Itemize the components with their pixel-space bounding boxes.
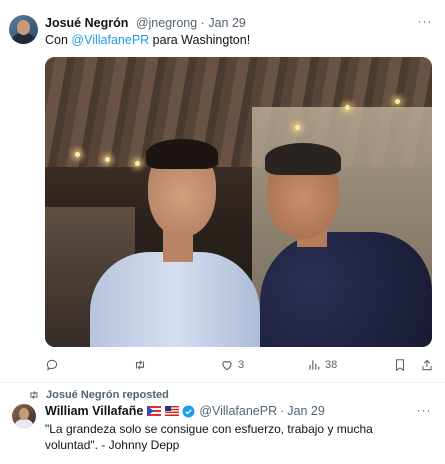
- separator: ·: [200, 16, 205, 30]
- avatar-body: [14, 418, 34, 428]
- retweet-icon: [135, 360, 145, 370]
- share-button[interactable]: [420, 357, 434, 373]
- tweet-text-prefix: Con: [45, 33, 72, 47]
- tweet-actions: 3 38: [45, 357, 445, 373]
- views-icon: [309, 360, 320, 370]
- share-icon: [422, 359, 432, 371]
- heart-icon: [222, 361, 232, 371]
- puerto-rico-flag-icon: [147, 406, 162, 416]
- tweet-text: Con @VillafanePR para Washington!: [45, 33, 250, 47]
- retweet-button[interactable]: [133, 357, 151, 373]
- string-light: [345, 105, 350, 110]
- separator: ·: [280, 404, 285, 418]
- avatar[interactable]: [12, 404, 36, 428]
- reply-icon: [46, 359, 58, 371]
- repost-label[interactable]: Josué Negrón reposted: [46, 389, 169, 401]
- avatar-face: [18, 408, 30, 421]
- avatar[interactable]: [9, 15, 38, 44]
- tweet-text-suffix: para Washington!: [149, 33, 251, 47]
- person-left-shirt: [90, 252, 260, 347]
- person-left-hair: [146, 139, 218, 169]
- person-right-shirt: [260, 232, 432, 347]
- us-flag-icon: [165, 406, 180, 416]
- like-button[interactable]: 3: [220, 357, 244, 373]
- string-light: [75, 152, 80, 157]
- author-handle[interactable]: @jnegrong: [136, 16, 197, 30]
- bookmark-icon: [395, 359, 405, 372]
- string-light: [395, 99, 400, 104]
- repost-indicator: Josué Negrón reposted: [28, 389, 169, 401]
- tweet-date[interactable]: Jan 29: [287, 404, 325, 418]
- string-light: [105, 157, 110, 162]
- more-options-icon[interactable]: ···: [414, 403, 434, 417]
- bookmark-button[interactable]: [393, 357, 407, 373]
- like-count: 3: [238, 359, 245, 371]
- tweet-header: Josué Negrón @jnegrong · Jan 29: [45, 16, 246, 30]
- string-light: [135, 161, 140, 166]
- mention-link[interactable]: @VillafanePR: [71, 33, 149, 47]
- author-name[interactable]: Josué Negrón: [45, 16, 128, 30]
- views-count: 38: [325, 359, 338, 371]
- verified-badge-icon: [182, 405, 195, 417]
- reply-button[interactable]: [45, 357, 63, 373]
- author-name[interactable]: William Villafañe: [45, 404, 143, 418]
- tweet-date[interactable]: Jan 29: [208, 16, 246, 30]
- avatar-face: [17, 20, 30, 35]
- retweet-icon: [30, 391, 38, 399]
- string-light: [295, 125, 300, 130]
- views-button[interactable]: 38: [307, 357, 337, 373]
- tweet-card[interactable]: Josué Negrón reposted William Villafañe …: [0, 383, 445, 464]
- tweet-text: "La grandeza solo se consigue con esfuer…: [45, 422, 373, 452]
- more-options-icon[interactable]: ···: [415, 14, 435, 28]
- person-right-hair: [265, 143, 341, 175]
- author-handle[interactable]: @VillafanePR: [199, 404, 277, 418]
- tweet-card[interactable]: Josué Negrón @jnegrong · Jan 29 ··· Con …: [0, 0, 445, 382]
- tweet-header: William Villafañe @VillafanePR · Jan 29: [45, 404, 325, 418]
- tweet-photo[interactable]: [45, 57, 432, 347]
